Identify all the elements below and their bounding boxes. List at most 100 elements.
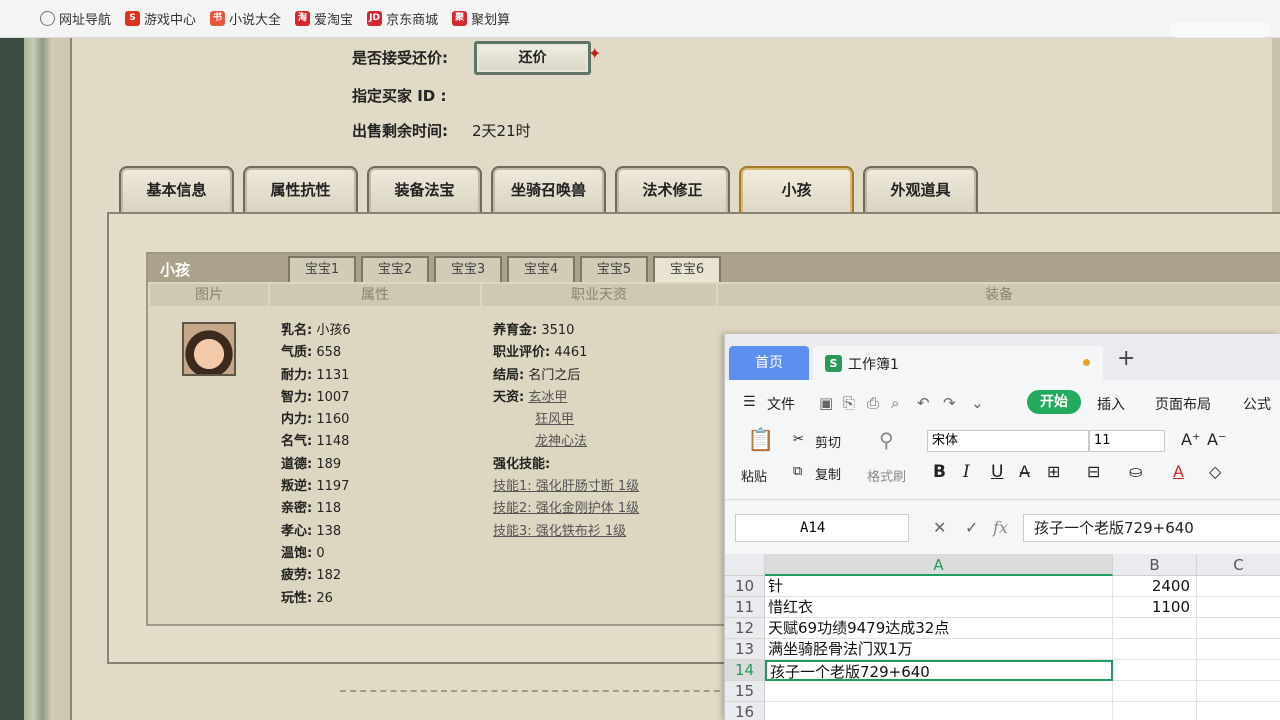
cell[interactable]: 天赋69功绩9479达成32点 [765,618,1113,639]
cell[interactable] [1197,618,1280,639]
cell[interactable] [1197,660,1280,681]
cell[interactable] [1197,681,1280,702]
cell[interactable] [1197,639,1280,660]
cell[interactable]: 惜红衣 [765,597,1113,618]
cut-button[interactable]: 剪切 [815,432,841,451]
hamburger-icon[interactable]: ☰ [743,394,756,410]
bookmark-item[interactable]: 聚聚划算 [452,9,510,28]
format-painter-button[interactable]: 格式刷 [867,466,906,485]
menu-insert[interactable]: 插入 [1097,394,1125,414]
formula-input[interactable]: 孩子一个老版729+640 [1023,514,1280,542]
talent-link[interactable]: 玄冰甲 [528,390,567,405]
cell-style-icon[interactable]: ⊟ [1087,462,1100,481]
tab-spells[interactable]: 法术修正 [615,166,730,214]
cell[interactable] [1113,681,1197,702]
column-header[interactable]: C [1197,554,1280,576]
font-color-icon[interactable]: A [1173,462,1184,481]
row-header[interactable]: 13 [725,639,765,660]
bookmark-item[interactable]: S 游戏中心 [125,9,196,28]
bookmark-item[interactable]: 淘爱淘宝 [295,9,353,28]
baby-tab-4[interactable]: 宝宝4 [507,256,575,282]
copy-icon[interactable]: ⧉ [793,464,802,479]
italic-button[interactable]: I [963,462,970,482]
skill-link[interactable]: 技能2: 强化金刚护体 1级 [493,501,639,516]
undo-icon[interactable]: ↶ [917,394,930,412]
eraser-icon[interactable]: ◇ [1209,462,1221,481]
cell[interactable] [1113,660,1197,681]
chevron-down-icon[interactable]: ⌄ [971,394,984,412]
underline-button[interactable]: U [991,462,1003,482]
cell[interactable] [1197,702,1280,720]
talent-link[interactable]: 狂风甲 [535,412,574,427]
child-avatar[interactable] [182,322,236,376]
cell[interactable] [1197,597,1280,618]
row-header[interactable]: 15 [725,681,765,702]
export-icon[interactable]: ⎘ [843,394,855,412]
bold-button[interactable]: B [933,462,946,482]
menu-file[interactable]: 文件 [767,394,795,414]
brush-icon[interactable]: ⚲ [879,428,894,452]
column-header[interactable]: B [1113,554,1197,576]
decrease-font-icon[interactable]: A⁻ [1207,430,1226,449]
paste-icon[interactable]: 📋 [747,428,774,453]
baby-tab-1[interactable]: 宝宝1 [288,256,356,282]
cell[interactable] [765,702,1113,720]
redo-icon[interactable]: ↷ [943,394,956,412]
preview-icon[interactable]: ⌕ [891,394,899,412]
menu-start[interactable]: 开始 [1027,390,1081,414]
font-size-select[interactable]: 11 [1089,430,1165,452]
row-header[interactable]: 10 [725,576,765,597]
cell[interactable]: 满坐骑胫骨法门双1万 [765,639,1113,660]
increase-font-icon[interactable]: A⁺ [1181,430,1200,449]
function-icon[interactable]: fx [993,518,1008,537]
border-icon[interactable]: ⊞ [1047,462,1060,481]
baby-tab-6[interactable]: 宝宝6 [653,256,721,282]
cell[interactable] [1113,702,1197,720]
home-tab[interactable]: 首页 [729,346,809,380]
cell[interactable] [1113,639,1197,660]
font-name-select[interactable]: 宋体 [927,430,1089,452]
baby-tab-5[interactable]: 宝宝5 [580,256,648,282]
tab-equipment[interactable]: 装备法宝 [367,166,482,214]
workbook-tab[interactable]: S 工作簿1 [813,346,1103,380]
select-all-corner[interactable] [725,554,765,576]
save-icon[interactable]: ▣ [819,394,833,412]
new-tab-icon[interactable]: + [1117,346,1135,371]
skill-link[interactable]: 技能3: 强化铁布衫 1级 [493,524,626,539]
cancel-icon[interactable]: ✕ [933,518,946,537]
row-header[interactable]: 14 [725,660,765,681]
menu-layout[interactable]: 页面布局 [1155,394,1211,414]
cell[interactable] [1197,576,1280,597]
row-header[interactable]: 12 [725,618,765,639]
strikethrough-icon[interactable]: A̶ [1019,462,1030,481]
talent-link[interactable]: 龙神心法 [535,434,587,449]
cell[interactable]: 针 [765,576,1113,597]
cell[interactable]: 孩子一个老版729+640 [765,660,1113,681]
bookmark-item[interactable]: 书小说大全 [210,9,281,28]
menu-formula[interactable]: 公式 [1243,394,1271,414]
tab-children[interactable]: 小孩 [739,166,854,214]
cell[interactable] [1113,618,1197,639]
name-box[interactable]: A14 [735,514,909,542]
tab-appearance[interactable]: 外观道具 [863,166,978,214]
fill-color-icon[interactable]: ⛀ [1129,462,1142,481]
print-icon[interactable]: ⎙ [867,394,879,412]
tab-basic-info[interactable]: 基本信息 [119,166,234,214]
cell[interactable] [765,681,1113,702]
column-header[interactable]: A [765,554,1113,576]
copy-button[interactable]: 复制 [815,464,841,483]
confirm-icon[interactable]: ✓ [965,518,978,537]
skill-link[interactable]: 技能1: 强化肝肠寸断 1级 [493,479,639,494]
baby-tab-2[interactable]: 宝宝2 [361,256,429,282]
cell[interactable]: 1100 [1113,597,1197,618]
cell[interactable]: 2400 [1113,576,1197,597]
haggle-button[interactable]: 还价 [474,41,591,75]
bookmark-item[interactable]: JD 京东商城 [367,9,438,28]
tab-attributes[interactable]: 属性抗性 [243,166,358,214]
paste-button[interactable]: 粘贴 [741,466,767,485]
tab-mounts-pets[interactable]: 坐骑召唤兽 [491,166,606,214]
cut-icon[interactable]: ✂ [793,432,804,447]
bookmark-item[interactable]: 网址导航 [40,9,111,28]
row-header[interactable]: 11 [725,597,765,618]
baby-tab-3[interactable]: 宝宝3 [434,256,502,282]
